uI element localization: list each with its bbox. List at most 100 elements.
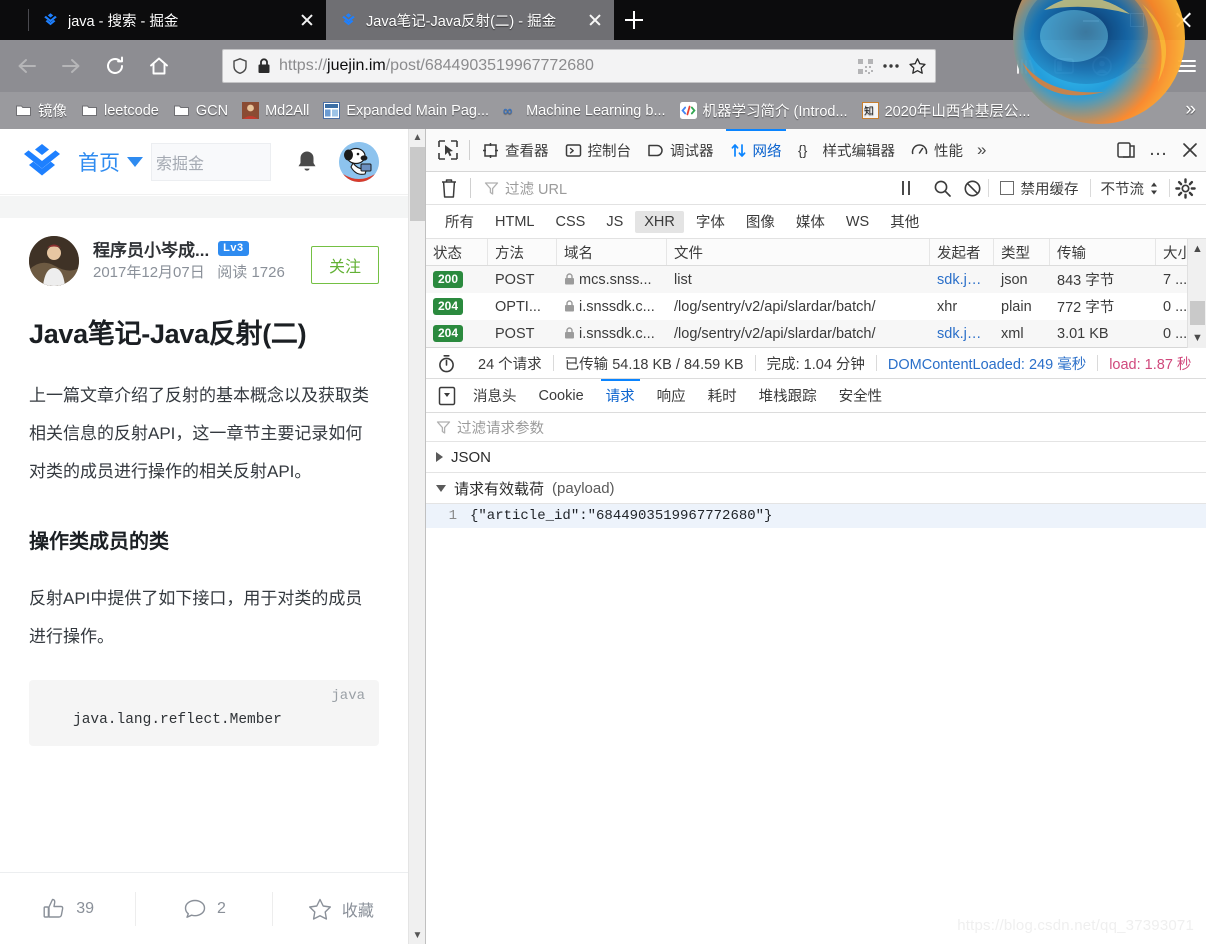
url-filter-input[interactable]: 过滤 URL <box>475 178 896 199</box>
type-filter-other[interactable]: 其他 <box>881 208 928 235</box>
tab-close-icon[interactable] <box>586 11 604 29</box>
table-row[interactable]: 200 POST mcs.snss... list sdk.js:... jso… <box>426 266 1206 293</box>
column-header-initiator[interactable]: 发起者 <box>930 239 994 265</box>
devtools-tabs-overflow-icon[interactable]: » <box>971 140 992 160</box>
scroll-down-icon[interactable]: ▼ <box>1188 328 1206 348</box>
sidebar-icon[interactable] <box>1045 47 1083 85</box>
bookmark-item[interactable]: leetcode <box>74 98 166 123</box>
type-filter-css[interactable]: CSS <box>546 211 594 233</box>
dock-toggle-icon[interactable] <box>1110 133 1142 167</box>
detail-tab-headers[interactable]: 消息头 <box>462 379 528 413</box>
cell-initiator[interactable]: sdk.js:... <box>930 326 994 342</box>
type-filter-html[interactable]: HTML <box>486 211 543 233</box>
hamburger-menu-icon[interactable] <box>1168 47 1206 85</box>
request-params-filter-input[interactable]: 过滤请求参数 <box>426 413 1206 442</box>
scroll-down-icon[interactable]: ▼ <box>409 927 425 944</box>
chevron-down-icon[interactable] <box>127 156 143 167</box>
bookmark-item[interactable]: GCN <box>166 98 235 123</box>
payload-section-header[interactable]: 请求有效载荷 (payload) <box>426 473 1206 504</box>
json-section-header[interactable]: JSON <box>426 442 1206 473</box>
type-filter-ws[interactable]: WS <box>837 211 878 233</box>
browser-tab-2[interactable]: Java笔记-Java反射(二) - 掘金 <box>326 0 614 40</box>
like-button[interactable]: 39 <box>0 892 135 926</box>
notifications-bell-icon[interactable] <box>295 149 319 175</box>
tab-close-icon[interactable] <box>298 11 316 29</box>
column-header-domain[interactable]: 域名 <box>557 239 667 265</box>
detail-tab-cookies[interactable]: Cookie <box>528 379 595 413</box>
scroll-up-icon[interactable]: ▲ <box>409 129 425 146</box>
page-scrollbar[interactable]: ▲ ▼ <box>408 129 425 944</box>
detail-tab-response[interactable]: 响应 <box>646 379 697 413</box>
bookmark-item[interactable]: Expanded Main Pag... <box>316 98 496 123</box>
column-header-status[interactable]: 状态 <box>426 239 488 265</box>
devtools-menu-icon[interactable]: … <box>1142 133 1174 167</box>
devtools-tab-network[interactable]: 网络 <box>722 128 790 172</box>
bookmark-item[interactable]: 机器学习简介 (Introd... <box>673 98 855 123</box>
lock-icon[interactable] <box>256 57 272 75</box>
element-picker-icon[interactable] <box>431 133 465 167</box>
browser-tab-1[interactable]: java - 搜索 - 掘金 <box>28 0 326 40</box>
chevron-down-icon[interactable] <box>436 484 446 492</box>
search-icon[interactable] <box>928 175 958 201</box>
type-filter-image[interactable]: 图像 <box>737 208 784 235</box>
follow-button[interactable]: 关注 <box>310 246 379 284</box>
pause-icon[interactable] <box>896 178 918 198</box>
address-bar[interactable]: https://juejin.im/post/68449035199677726… <box>222 49 936 83</box>
bookmark-item[interactable]: Md2All <box>235 98 316 123</box>
column-header-method[interactable]: 方法 <box>488 239 557 265</box>
scrollbar-thumb[interactable] <box>410 147 425 221</box>
qr-code-icon[interactable] <box>857 58 874 75</box>
devtools-tab-style-editor[interactable]: {} 样式编辑器 <box>790 129 904 172</box>
detail-tab-timings[interactable]: 耗时 <box>697 379 748 413</box>
type-filter-all[interactable]: 所有 <box>436 208 483 235</box>
detail-tab-security[interactable]: 安全性 <box>828 379 894 413</box>
home-button[interactable] <box>140 47 178 85</box>
devtools-tab-debugger[interactable]: 调试器 <box>639 129 722 172</box>
collect-button[interactable]: 收藏 <box>271 891 408 926</box>
library-icon[interactable] <box>1007 47 1045 85</box>
bookmark-item[interactable]: ∞ Machine Learning b... <box>496 98 672 123</box>
table-row[interactable]: 204 POST i.snssdk.c... /log/sentry/v2/ap… <box>426 320 1206 347</box>
table-row[interactable]: 204 OPTI... i.snssdk.c... /log/sentry/v2… <box>426 293 1206 320</box>
minimize-button[interactable] <box>1068 0 1114 40</box>
requests-scrollbar[interactable]: ▲ ▼ <box>1187 239 1206 348</box>
close-window-button[interactable] <box>1160 0 1206 40</box>
block-requests-icon[interactable] <box>958 175 988 201</box>
author-avatar[interactable] <box>29 236 79 286</box>
devtools-tab-console[interactable]: 控制台 <box>557 129 640 172</box>
new-tab-button[interactable] <box>620 6 648 34</box>
tracking-shield-icon[interactable] <box>231 57 249 75</box>
user-avatar[interactable] <box>339 141 379 182</box>
column-header-type[interactable]: 类型 <box>994 239 1050 265</box>
scrollbar-thumb[interactable] <box>1190 301 1205 325</box>
reload-button[interactable] <box>96 47 134 85</box>
type-filter-font[interactable]: 字体 <box>687 208 734 235</box>
type-filter-media[interactable]: 媒体 <box>787 208 834 235</box>
url-text[interactable]: https://juejin.im/post/68449035199677726… <box>279 57 850 75</box>
forward-button[interactable] <box>52 47 90 85</box>
maximize-button[interactable] <box>1114 0 1160 40</box>
clear-requests-icon[interactable] <box>432 173 466 203</box>
page-actions-icon[interactable] <box>881 57 901 75</box>
throttle-select[interactable]: 不节流 <box>1091 178 1170 199</box>
account-icon[interactable] <box>1083 47 1121 85</box>
bookmark-item[interactable]: 知 2020年山西省基层公... <box>855 98 1038 123</box>
disable-cache-checkbox[interactable]: 禁用缓存 <box>989 178 1090 199</box>
type-filter-js[interactable]: JS <box>597 211 632 233</box>
settings-gear-icon[interactable] <box>1170 175 1200 201</box>
bookmark-item[interactable]: 镜像 <box>8 98 74 123</box>
bookmark-star-icon[interactable] <box>908 57 927 76</box>
column-header-file[interactable]: 文件 <box>667 239 930 265</box>
checkbox-box[interactable] <box>999 181 1014 195</box>
toggle-detail-panel-icon[interactable] <box>432 382 462 410</box>
search-input[interactable]: 索掘金 <box>151 142 271 181</box>
detail-tab-request[interactable]: 请求 <box>595 378 646 413</box>
sync-icon[interactable] <box>1121 47 1159 85</box>
author-name[interactable]: 程序员小岑成... <box>93 236 209 261</box>
chevron-right-icon[interactable] <box>436 452 443 462</box>
comment-button[interactable]: 2 <box>135 891 271 926</box>
close-devtools-icon[interactable] <box>1174 133 1206 167</box>
cell-initiator[interactable]: sdk.js:... <box>930 272 994 288</box>
payload-code-line[interactable]: 1 {"article_id":"6844903519967772680"} <box>426 504 1206 528</box>
detail-tab-stacktrace[interactable]: 堆栈跟踪 <box>748 379 828 413</box>
